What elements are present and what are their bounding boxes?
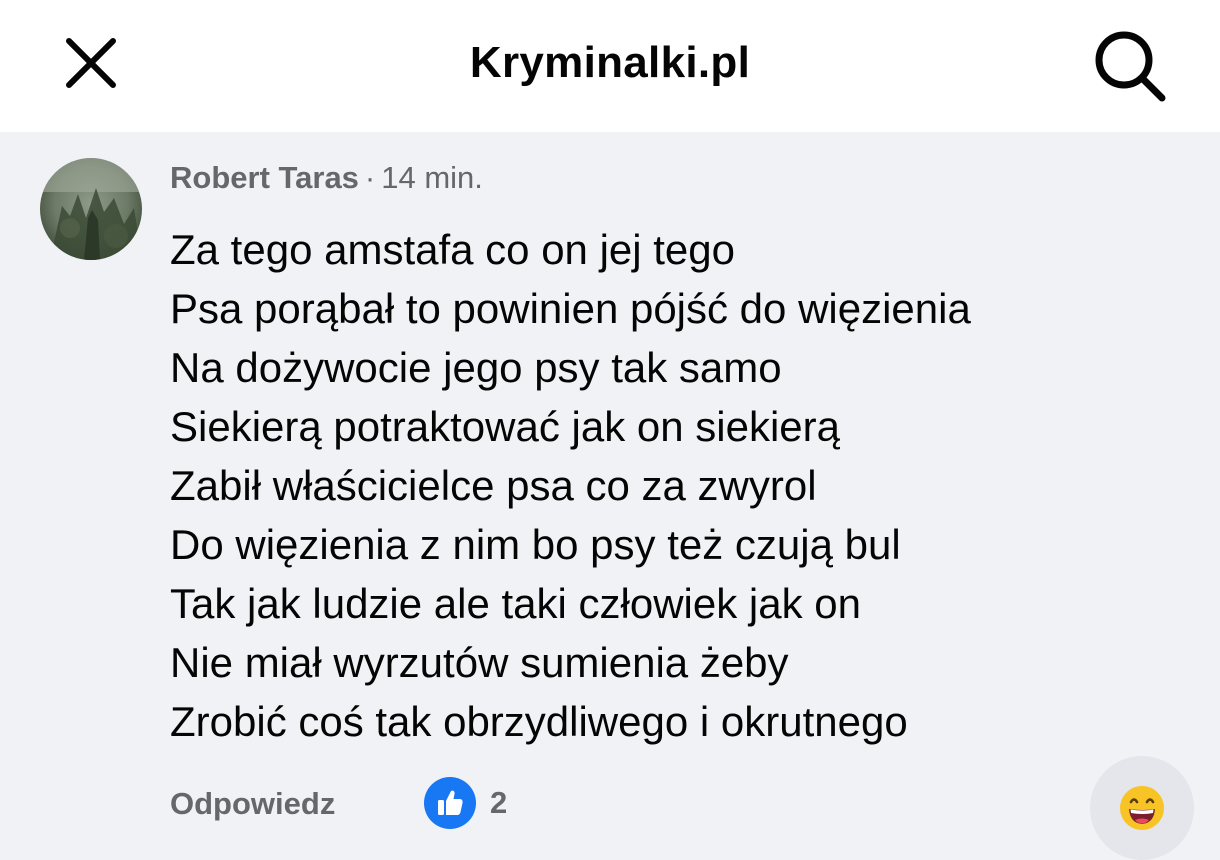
page-title: Kryminalki.pl <box>469 38 751 87</box>
comment-body: Za tego amstafa co on jej tego Psa porąb… <box>170 220 1170 751</box>
comment-time[interactable]: 14 min. <box>381 160 483 195</box>
author-name[interactable]: Robert Taras <box>170 160 359 195</box>
avatar-image <box>40 158 142 260</box>
comment-line: Na dożywocie jego psy tak samo <box>170 344 782 391</box>
comment-line: Psa porąbał to powinien pójść do więzien… <box>170 285 971 332</box>
comment-meta: Robert Taras · 14 min. <box>170 160 483 196</box>
search-icon <box>1095 31 1166 102</box>
comment-line: Zabił właścicielce psa co za zwyrol <box>170 462 817 509</box>
top-bar: Kryminalki.pl <box>0 0 1220 132</box>
comment-line: Nie miał wyrzutów sumienia żeby <box>170 639 789 686</box>
thumbs-up-icon <box>424 777 476 829</box>
search-button[interactable] <box>1086 22 1172 108</box>
comment-line: Zrobić coś tak obrzydliwego i okrutnego <box>170 698 908 745</box>
comment-line: Siekierą potraktować jak on siekierą <box>170 403 840 450</box>
like-count: 2 <box>490 785 508 820</box>
reply-button[interactable]: Odpowiedz <box>170 786 335 822</box>
comment: Robert Taras · 14 min. Za tego amstafa co … <box>0 132 1220 860</box>
comment-line: Do więzienia z nim bo psy też czują bul <box>170 521 901 568</box>
like-reactions[interactable]: 2 <box>424 776 507 830</box>
avatar[interactable] <box>40 158 142 260</box>
grinning-emoji-icon <box>1120 786 1164 830</box>
comment-line: Za tego amstafa co on jej tego <box>170 226 736 273</box>
emoji-reaction-button[interactable] <box>1090 756 1194 860</box>
comment-line: Tak jak ludzie ale taki człowiek jak on <box>170 580 861 627</box>
meta-separator: · <box>364 160 376 195</box>
